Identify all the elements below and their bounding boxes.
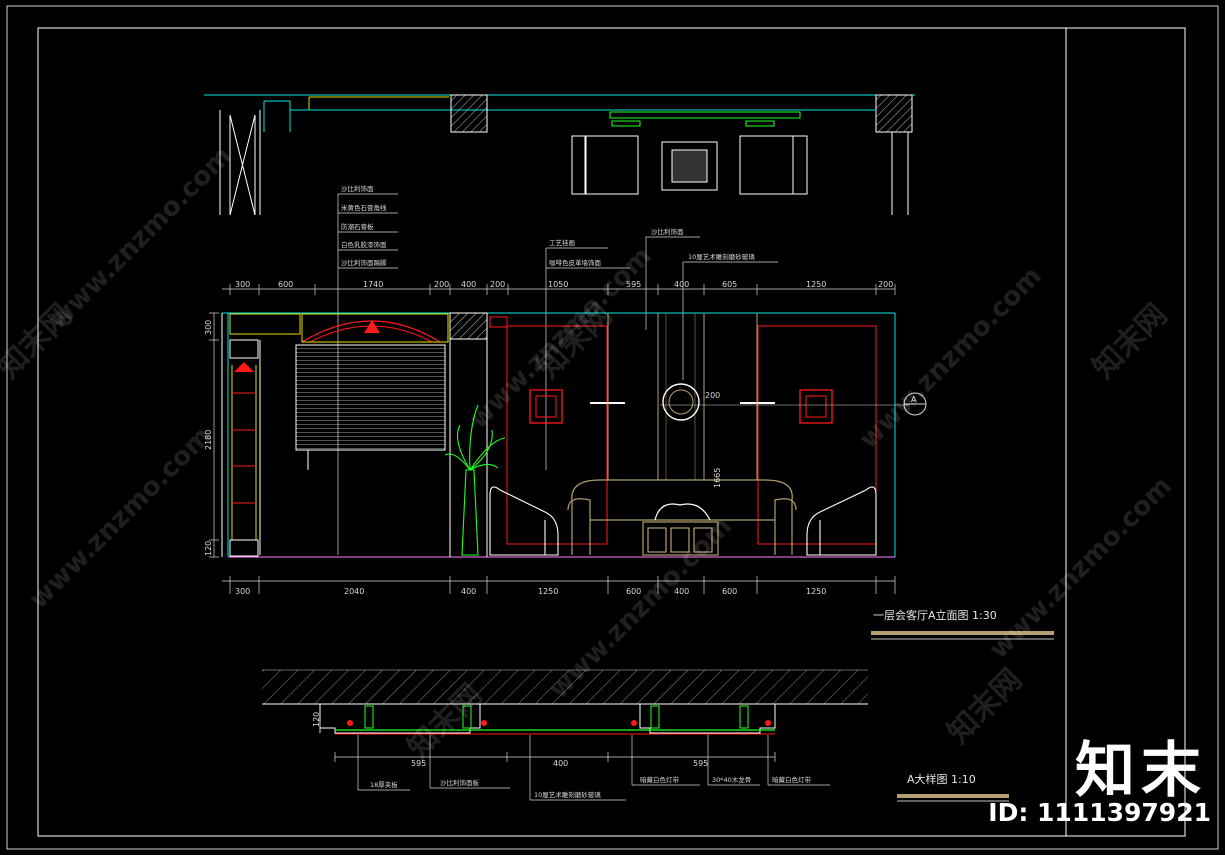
- dim-label: 300: [235, 587, 250, 596]
- detail-dims: 595 400 595 120: [312, 712, 708, 768]
- annotation: 10厘艺术雕刻磨砂玻璃: [688, 252, 755, 261]
- dim-label: 600: [278, 280, 293, 289]
- dim-label: 120: [312, 712, 321, 727]
- dim-label: 400: [461, 280, 476, 289]
- detail-label: 暗藏白色灯带: [772, 775, 812, 784]
- watermark-layer: www.znzmo.com www.znzmo.com www.znzmo.co…: [0, 141, 1178, 766]
- detail-label: 10厘艺术雕刻磨砂玻璃: [534, 790, 601, 799]
- elevation-column: [449, 312, 488, 340]
- plan-armchair-right: [739, 135, 794, 195]
- dim-label: 200: [878, 280, 893, 289]
- watermark-site-cn: 知末网: [0, 297, 79, 385]
- annotations-center: 工艺挂画 咖啡色皮革墙饰面: [549, 238, 602, 267]
- detail-labels: 18厚夹板 沙比利饰面板 10厘艺术雕刻磨砂玻璃 暗藏白色灯带 30*40木龙骨…: [370, 775, 812, 799]
- plan-column-left: [450, 94, 488, 133]
- elevation-title: 一层会客厅A立面图 1:30: [873, 608, 997, 622]
- dim-label: 300: [235, 280, 250, 289]
- dim-label: 400: [553, 759, 568, 768]
- left-cabinet: [229, 313, 301, 335]
- detail-label: 暗藏白色灯带: [640, 775, 680, 784]
- watermark-site: www.znzmo.com: [24, 421, 218, 615]
- detail-title: A大样图 1:10: [907, 772, 976, 786]
- watermark-site-cn: 知末网: [1086, 297, 1174, 385]
- dim-label: 1250: [806, 280, 826, 289]
- watermark-site-cn: 知末网: [941, 662, 1029, 750]
- dim-label: 595: [693, 759, 708, 768]
- armchair-left-elev: [489, 486, 559, 556]
- dim-label: 1740: [363, 280, 383, 289]
- dimension-line-bottom: [222, 576, 896, 594]
- annotations-right: 沙比利饰面 10厘艺术雕刻磨砂玻璃: [651, 227, 755, 261]
- cad-drawing: 沙比利饰面 米黄色石膏角线 防潮石膏板 白色乳胶漆饰面 沙比利饰面踢脚 工艺挂画…: [0, 5, 1219, 850]
- detail-label: 沙比利饰面板: [440, 778, 480, 787]
- annotation: 沙比利饰面: [341, 184, 374, 193]
- annotation: 工艺挂画: [549, 238, 575, 247]
- dim-label: 605: [722, 280, 737, 289]
- watermark-brand: 知末: [1075, 736, 1207, 806]
- plan-view: [204, 94, 915, 216]
- dim-label: 120: [204, 541, 213, 556]
- window-blinds: [295, 344, 446, 451]
- dim-label: 1050: [548, 280, 568, 289]
- dim-label: 300: [204, 320, 213, 335]
- detail-label: 18厚夹板: [370, 780, 398, 789]
- dim-label: 400: [461, 587, 476, 596]
- watermark-site: www.znzmo.com: [44, 141, 238, 335]
- dims-bottom: 300 2040 400 1250 600 400 600 1250: [235, 587, 826, 596]
- detail-label: 30*40木龙骨: [712, 775, 751, 784]
- dim-center-height: 1665: [713, 468, 722, 488]
- dim-label: 200: [434, 280, 449, 289]
- wall-lamp-right: [799, 389, 833, 424]
- annotation: 白色乳胶漆饰面: [341, 240, 387, 249]
- annotation: 防潮石膏板: [341, 222, 374, 231]
- dim-label: 600: [722, 587, 737, 596]
- dim-label: 400: [674, 280, 689, 289]
- plant: [444, 404, 506, 556]
- dim-center-width: 200: [705, 391, 720, 400]
- dims-top: 300 600 1740 200 400 200 1050 595 400 60…: [235, 280, 893, 289]
- dim-label: 1250: [806, 587, 826, 596]
- dim-label: 2040: [344, 587, 364, 596]
- plan-armchair-left: [584, 135, 639, 195]
- annotation: 沙比利饰面踢脚: [341, 258, 387, 267]
- watermark-site: www.znzmo.com: [854, 261, 1048, 455]
- watermark-id: ID: 1111397921: [988, 798, 1211, 827]
- annotations-left: 沙比利饰面 米黄色石膏角线 防潮石膏板 白色乳胶漆饰面 沙比利饰面踢脚: [341, 184, 387, 267]
- annotation: 沙比利饰面: [651, 227, 684, 236]
- annotation: 米黄色石膏角线: [341, 203, 387, 212]
- dim-label: 1250: [538, 587, 558, 596]
- dim-label: 200: [490, 280, 505, 289]
- armchair-right-elev: [806, 486, 877, 556]
- annotation: 咖啡色皮革墙饰面: [549, 258, 602, 267]
- centre-medallion: [662, 383, 700, 421]
- watermark-site: www.znzmo.com: [984, 471, 1178, 665]
- plan-column-right: [875, 94, 913, 133]
